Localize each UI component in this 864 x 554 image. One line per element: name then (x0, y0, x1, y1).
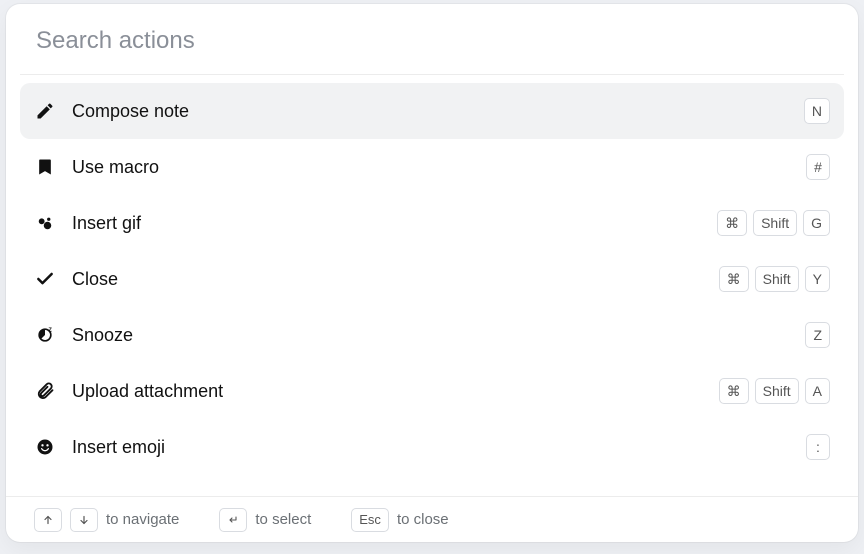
svg-text:Z: Z (48, 328, 52, 334)
action-label: Compose note (72, 101, 788, 122)
action-insert-emoji[interactable]: Insert emoji : (20, 419, 844, 475)
search-input[interactable] (34, 26, 830, 56)
key: ⌘ (719, 378, 749, 404)
key: ⌘ (719, 266, 749, 292)
hint-navigate: to navigate (34, 508, 179, 532)
shortcut: # (806, 154, 830, 180)
search-area (6, 4, 858, 74)
shortcut: Z (805, 322, 830, 348)
compose-icon (34, 100, 56, 122)
action-compose-note[interactable]: Compose note N (20, 83, 844, 139)
enter-key (219, 508, 247, 532)
key: A (805, 378, 830, 404)
shortcut: ⌘ Shift G (717, 210, 830, 236)
emoji-icon (34, 436, 56, 458)
key: Shift (755, 378, 799, 404)
key: ⌘ (717, 210, 747, 236)
hint-select-label: to select (255, 511, 311, 528)
action-label: Insert gif (72, 213, 701, 234)
bookmark-icon (34, 156, 56, 178)
hint-navigate-label: to navigate (106, 511, 179, 528)
shortcut: ⌘ Shift Y (719, 266, 830, 292)
esc-key: Esc (351, 508, 389, 532)
paperclip-icon (34, 380, 56, 402)
key: G (803, 210, 830, 236)
action-insert-gif[interactable]: Insert gif ⌘ Shift G (20, 195, 844, 251)
action-label: Close (72, 269, 703, 290)
check-icon (34, 268, 56, 290)
footer-hints: to navigate to select Esc to close (6, 496, 858, 542)
key: N (804, 98, 830, 124)
key: # (806, 154, 830, 180)
shortcut: N (804, 98, 830, 124)
arrow-down-key (70, 508, 98, 532)
key: Y (805, 266, 830, 292)
hint-select: to select (219, 508, 311, 532)
shortcut: : (806, 434, 830, 460)
hint-close: Esc to close (351, 508, 448, 532)
key: Shift (755, 266, 799, 292)
action-label: Insert emoji (72, 437, 790, 458)
action-snooze[interactable]: Z Snooze Z (20, 307, 844, 363)
snooze-icon: Z (34, 324, 56, 346)
action-use-macro[interactable]: Use macro # (20, 139, 844, 195)
action-label: Use macro (72, 157, 790, 178)
gif-icon (34, 212, 56, 234)
action-list: Compose note N Use macro # Insert gif ⌘ … (6, 75, 858, 496)
action-upload-attachment[interactable]: Upload attachment ⌘ Shift A (20, 363, 844, 419)
hint-close-label: to close (397, 511, 449, 528)
action-label: Snooze (72, 325, 789, 346)
command-palette: Compose note N Use macro # Insert gif ⌘ … (6, 4, 858, 542)
shortcut: ⌘ Shift A (719, 378, 830, 404)
action-label: Upload attachment (72, 381, 703, 402)
key: : (806, 434, 830, 460)
key: Shift (753, 210, 797, 236)
action-close[interactable]: Close ⌘ Shift Y (20, 251, 844, 307)
key: Z (805, 322, 830, 348)
arrow-up-key (34, 508, 62, 532)
